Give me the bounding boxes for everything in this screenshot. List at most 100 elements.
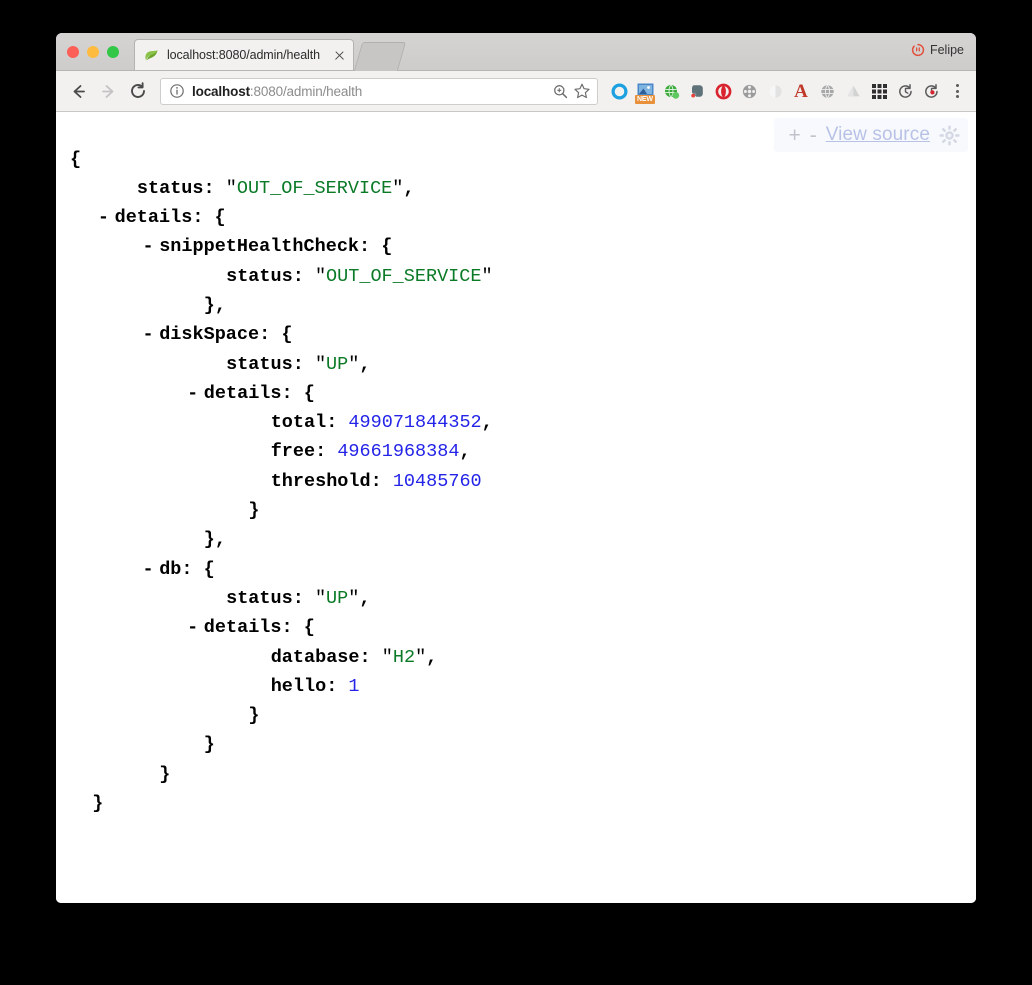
refresh-clock-icon[interactable] (892, 78, 918, 104)
json-line: - details: { (70, 203, 493, 232)
json-string: H2 (392, 646, 416, 668)
arrow-back-icon[interactable] (64, 77, 92, 105)
zoom-magnifier-icon[interactable] (549, 80, 571, 102)
refresh-clock-dot-icon[interactable] (918, 78, 944, 104)
info-circle-icon[interactable] (169, 83, 185, 99)
json-punct: : (359, 646, 382, 668)
json-line: status: "UP", (70, 584, 493, 613)
three-dots-vertical-icon[interactable] (946, 78, 968, 104)
json-key: status (226, 587, 293, 609)
json-collapse-toggle[interactable]: - (187, 613, 204, 642)
gear-icon[interactable] (939, 125, 960, 146)
json-collapse-toggle[interactable]: - (142, 232, 159, 261)
json-key: free (270, 441, 316, 463)
json-collapse-toggle[interactable]: - (142, 320, 159, 349)
json-punct: : (326, 412, 349, 434)
evernote-elephant-icon[interactable] (684, 78, 710, 104)
address-bar[interactable]: localhost:8080/admin/health (160, 77, 598, 105)
json-line: }, (70, 291, 493, 320)
json-line: status: "OUT_OF_SERVICE" (70, 262, 493, 291)
json-line: }, (70, 525, 493, 554)
window-minimize-button[interactable] (87, 46, 99, 58)
json-line: total: 499071844352, (70, 408, 493, 437)
json-line: } (70, 701, 493, 730)
json-key: threshold (270, 470, 371, 492)
json-punct: , (426, 646, 438, 668)
json-punct: , (359, 353, 371, 375)
json-punct: }, (203, 294, 227, 316)
spring-leaf-icon (143, 47, 160, 64)
pocket-ring-icon[interactable] (606, 78, 632, 104)
url-path: :8080/admin/health (249, 83, 363, 99)
json-line: database: "H2", (70, 643, 493, 672)
json-punct: , (403, 177, 415, 199)
json-key: db (159, 558, 182, 580)
json-line: } (70, 760, 493, 789)
json-line: - snippetHealthCheck: { (70, 232, 493, 261)
json-punct: , (359, 587, 371, 609)
json-key: hello (270, 675, 327, 697)
json-string: UP (326, 587, 349, 609)
view-source-link[interactable]: View source (826, 124, 930, 146)
json-punct: , (459, 441, 471, 463)
json-punct: : (292, 353, 315, 375)
json-key: diskSpace (159, 324, 260, 346)
window-maximize-button[interactable] (107, 46, 119, 58)
browser-window: localhost:8080/admin/health Felipe local… (56, 33, 976, 903)
json-string: OUT_OF_SERVICE (326, 265, 482, 287)
arrow-forward-icon (94, 77, 122, 105)
expand-all-button[interactable]: + (788, 125, 800, 146)
json-quote: " (481, 265, 493, 287)
json-punct: : (326, 675, 349, 697)
json-quote: " (314, 587, 327, 609)
json-collapse-toggle[interactable]: - (142, 555, 159, 584)
json-collapse-toggle[interactable]: - (187, 379, 204, 408)
page-viewport: + - View source {status: "OUT_OF_SERVIC… (56, 112, 976, 903)
collapse-all-button[interactable]: - (810, 125, 817, 146)
browser-toolbar: localhost:8080/admin/health NEW A (56, 71, 976, 112)
json-quote: " (348, 587, 360, 609)
tab-close-icon[interactable] (332, 48, 347, 63)
json-punct: } (203, 734, 215, 756)
reload-icon[interactable] (124, 77, 152, 105)
json-num: 49661968384 (337, 441, 460, 463)
json-key: database (270, 646, 360, 668)
json-key: details (203, 382, 282, 404)
json-punct: } (248, 705, 260, 727)
tab-title: localhost:8080/admin/health (167, 48, 320, 62)
green-globe-icon[interactable] (658, 78, 684, 104)
json-punct: : { (192, 207, 226, 229)
window-close-button[interactable] (67, 46, 79, 58)
red-letter-a-icon[interactable]: A (788, 78, 814, 104)
json-line: } (70, 730, 493, 759)
json-collapse-toggle[interactable]: - (98, 203, 115, 232)
json-quote: " (314, 265, 327, 287)
screenshot-new-icon[interactable]: NEW (632, 78, 658, 104)
json-line: - details: { (70, 613, 493, 642)
json-line: free: 49661968384, (70, 437, 493, 466)
window-controls (67, 46, 119, 58)
new-tab-button[interactable] (353, 42, 407, 71)
browser-tab[interactable]: localhost:8080/admin/health (134, 39, 354, 70)
json-quote: " (381, 646, 393, 668)
json-punct: : { (259, 324, 293, 346)
json-quote: " (314, 353, 327, 375)
film-reel-icon[interactable] (736, 78, 762, 104)
json-line: status: "UP", (70, 350, 493, 379)
person-warning-icon (911, 43, 925, 57)
json-punct: : { (281, 382, 315, 404)
opera-o-icon[interactable] (710, 78, 736, 104)
json-viewer-content: {status: "OUT_OF_SERVICE", - details: {- sn… (56, 131, 493, 819)
profile-chip[interactable]: Felipe (911, 43, 964, 57)
json-line: status: "OUT_OF_SERVICE", (70, 174, 493, 203)
grey-circle-icon[interactable] (762, 78, 788, 104)
apps-grid-icon[interactable] (866, 78, 892, 104)
star-icon[interactable] (571, 80, 593, 102)
url-host: localhost (192, 83, 250, 99)
json-line: - details: { (70, 379, 493, 408)
drive-triangle-icon[interactable] (840, 78, 866, 104)
json-quote: " (348, 353, 360, 375)
grey-globe-icon[interactable] (814, 78, 840, 104)
json-key: total (270, 412, 327, 434)
json-key: details (203, 617, 282, 639)
